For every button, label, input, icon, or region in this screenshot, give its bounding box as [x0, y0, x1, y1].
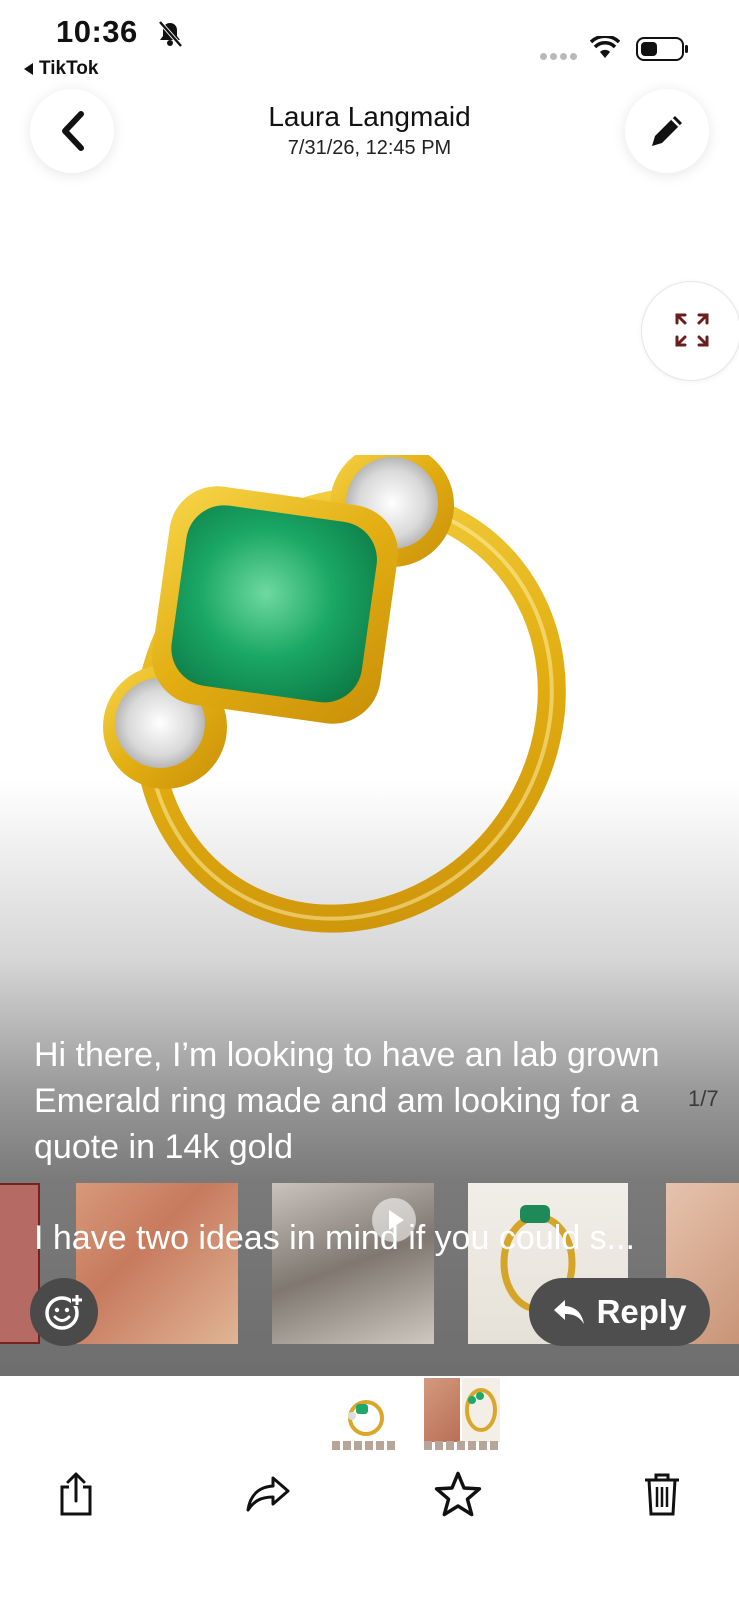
expand-button[interactable]: [641, 281, 739, 381]
forward-button[interactable]: [244, 1468, 292, 1520]
preview-thumbnail-hand[interactable]: [424, 1378, 460, 1442]
reply-button[interactable]: Reply: [529, 1278, 710, 1346]
preview-thumbnail-current[interactable]: [336, 1392, 396, 1438]
share-button[interactable]: [52, 1468, 100, 1520]
back-to-app-link[interactable]: TikTok: [24, 58, 98, 80]
battery-icon: [636, 37, 688, 61]
preview-dots-left: [332, 1441, 395, 1450]
star-icon: [434, 1471, 482, 1517]
ring-image: [103, 455, 566, 933]
back-app-label: TikTok: [39, 58, 99, 79]
page-indicator: 1/7: [688, 1086, 719, 1111]
status-time: 10:36: [56, 14, 138, 49]
back-triangle-icon: [24, 63, 33, 75]
add-reaction-button[interactable]: [30, 1278, 98, 1346]
delete-button[interactable]: [638, 1468, 686, 1520]
message-caption: Hi there, I’m looking to have an lab gro…: [34, 1036, 660, 1166]
expand-arrows-icon: [675, 313, 709, 347]
wifi-icon: [590, 36, 620, 58]
cellular-signal-icon: [540, 53, 578, 61]
preview-thumbnail-ring[interactable]: [462, 1378, 500, 1442]
bell-muted-icon: [158, 20, 183, 48]
reply-label: Reply: [596, 1293, 687, 1330]
trash-icon: [645, 1473, 679, 1516]
edit-button[interactable]: [625, 89, 709, 173]
share-icon: [60, 1472, 92, 1516]
favorite-button[interactable]: [434, 1468, 482, 1520]
forward-icon: [246, 1476, 290, 1512]
pencil-icon: [652, 116, 682, 146]
emoji-add-icon: [45, 1294, 83, 1330]
message-caption-continued[interactable]: I have two ideas in mind if you could s.…: [34, 1215, 694, 1261]
preview-dots-right: [424, 1441, 498, 1450]
reply-arrow-icon: [553, 1300, 584, 1324]
thumbnail-2[interactable]: [76, 1183, 238, 1344]
